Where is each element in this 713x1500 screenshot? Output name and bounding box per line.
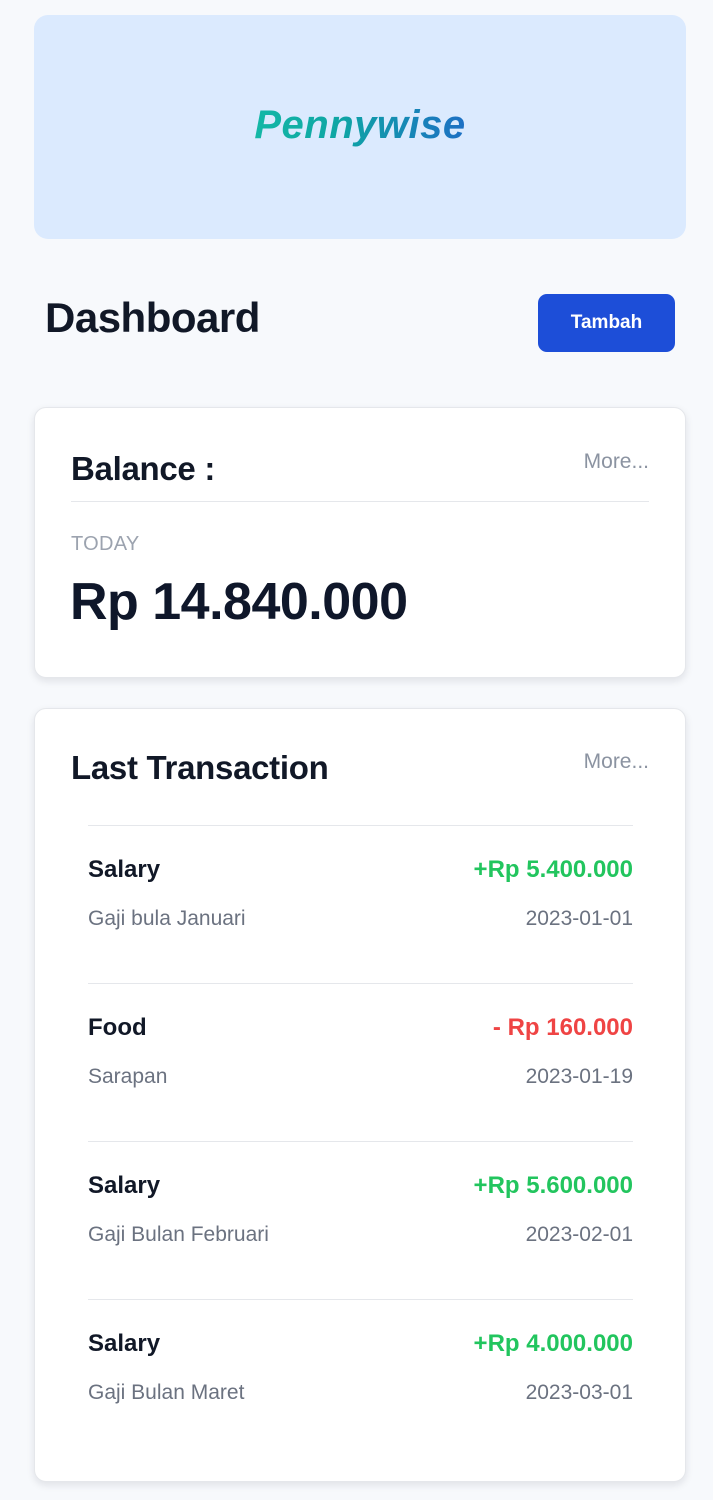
transaction-note: Sarapan <box>88 1065 168 1088</box>
transaction-date: 2023-03-01 <box>525 1381 633 1404</box>
transaction-amount: - Rp 160.000 <box>492 1014 633 1041</box>
add-transaction-button[interactable]: Tambah <box>538 294 675 352</box>
balance-card: Balance : More... TODAY Rp 14.840.000 <box>34 407 686 678</box>
balance-period-label: TODAY <box>71 533 140 555</box>
page-header: Dashboard Tambah <box>45 290 675 352</box>
transaction-note: Gaji Bulan Februari <box>88 1223 269 1246</box>
balance-card-title: Balance : <box>71 450 216 487</box>
transaction-date: 2023-01-19 <box>525 1065 633 1088</box>
balance-amount: Rp 14.840.000 <box>70 573 408 631</box>
brand-banner: Pennywise <box>34 15 686 239</box>
transaction-category: Salary <box>88 1330 161 1357</box>
transaction-category: Salary <box>88 856 161 883</box>
page-title: Dashboard <box>45 294 260 341</box>
transaction-item[interactable]: Salary +Rp 5.600.000 Gaji Bulan Februari… <box>88 1141 633 1299</box>
dashboard-page: Pennywise Dashboard Tambah Balance : Mor… <box>0 0 713 1500</box>
last-transaction-card: Last Transaction More... Salary +Rp 5.40… <box>34 708 686 1482</box>
transaction-date: 2023-01-01 <box>525 907 633 930</box>
transaction-category: Salary <box>88 1172 161 1199</box>
transaction-note: Gaji Bulan Maret <box>88 1381 245 1404</box>
transaction-list: Salary +Rp 5.400.000 Gaji bula Januari 2… <box>88 825 633 1457</box>
brand-logo: Pennywise <box>254 102 466 147</box>
transaction-item[interactable]: Food - Rp 160.000 Sarapan 2023-01-19 <box>88 983 633 1141</box>
balance-divider <box>71 501 649 502</box>
transaction-amount: +Rp 4.000.000 <box>473 1330 633 1357</box>
transactions-card-title: Last Transaction <box>71 749 329 786</box>
transaction-date: 2023-02-01 <box>525 1223 633 1246</box>
transaction-item[interactable]: Salary +Rp 5.400.000 Gaji bula Januari 2… <box>88 825 633 983</box>
transactions-more-link[interactable]: More... <box>584 750 649 774</box>
transaction-item[interactable]: Salary +Rp 4.000.000 Gaji Bulan Maret 20… <box>88 1299 633 1457</box>
transaction-amount: +Rp 5.400.000 <box>473 856 633 883</box>
transaction-amount: +Rp 5.600.000 <box>473 1172 633 1199</box>
transaction-note: Gaji bula Januari <box>88 907 246 930</box>
balance-more-link[interactable]: More... <box>584 450 649 474</box>
transaction-category: Food <box>88 1014 147 1041</box>
